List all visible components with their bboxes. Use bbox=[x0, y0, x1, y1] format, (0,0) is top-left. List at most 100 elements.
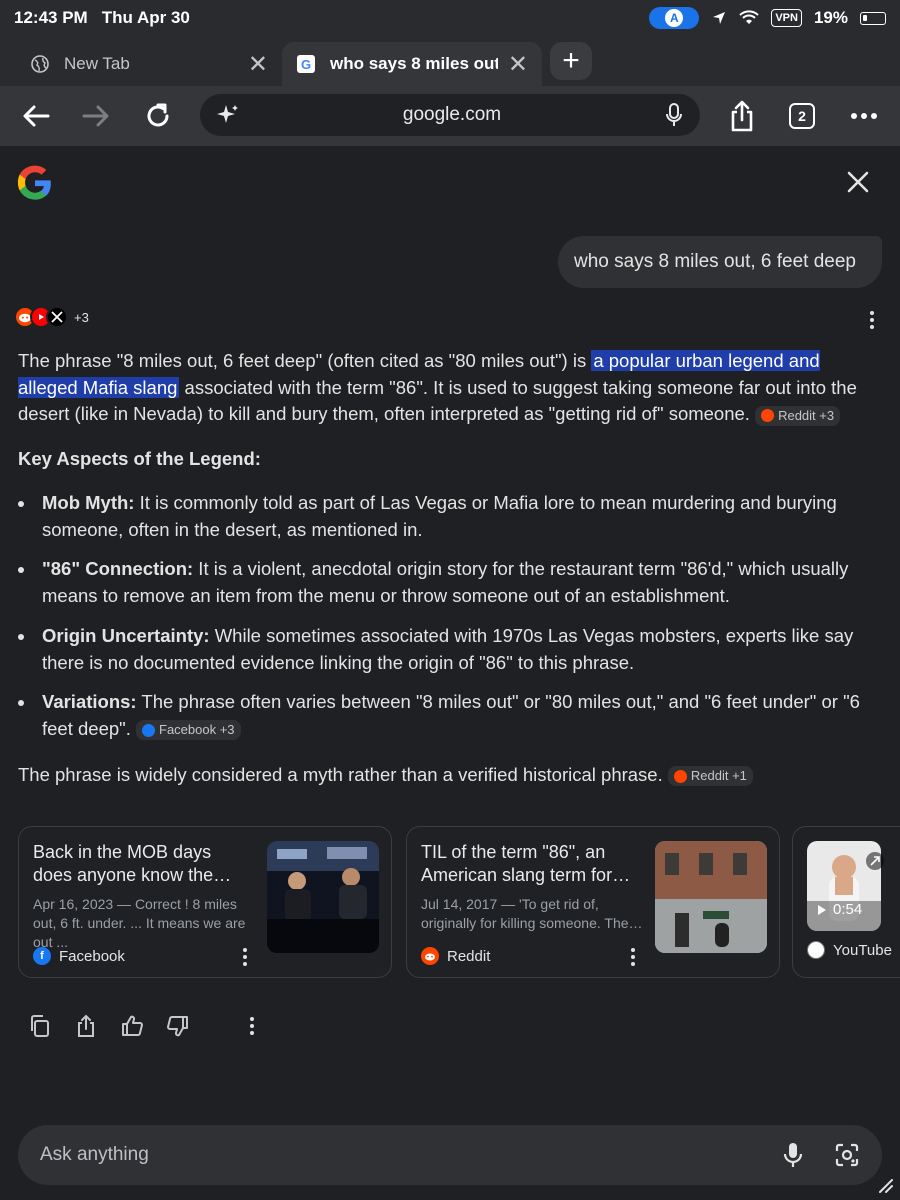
location-icon bbox=[713, 12, 726, 24]
card-source-name: Reddit bbox=[447, 947, 491, 965]
microphone-icon[interactable] bbox=[664, 102, 684, 128]
card-source: Reddit bbox=[421, 947, 490, 965]
forward-button[interactable] bbox=[76, 96, 116, 136]
answer-conclusion: The phrase is widely considered a myth r… bbox=[18, 762, 753, 788]
reload-icon bbox=[147, 103, 169, 127]
tab-new-tab[interactable]: New Tab ✕ bbox=[16, 42, 282, 86]
card-snippet: Apr 16, 2023 — Correct ! 8 miles out, 6 … bbox=[33, 896, 246, 950]
tab-title: who says 8 miles out, 6 feet deep bbox=[330, 54, 498, 73]
card-source: f Facebook bbox=[33, 947, 125, 965]
arrow-left-icon bbox=[23, 105, 50, 127]
ask-input[interactable] bbox=[40, 1144, 782, 1166]
browser-toolbar: google.com 2 bbox=[0, 86, 900, 146]
citation-chip-facebook[interactable]: Facebook +3 bbox=[136, 720, 241, 741]
back-button[interactable] bbox=[16, 96, 56, 136]
card-more-icon[interactable] bbox=[235, 947, 255, 967]
citation-chip-reddit[interactable]: Reddit +1 bbox=[667, 766, 753, 787]
thumbs-up-icon[interactable] bbox=[120, 1014, 144, 1038]
profile-initial: A bbox=[665, 9, 684, 27]
tab-title: New Tab bbox=[64, 54, 130, 73]
card-thumbnail bbox=[267, 841, 379, 953]
more-actions-icon[interactable] bbox=[242, 1016, 262, 1036]
list-item: Mob Myth: It is commonly told as part of… bbox=[18, 490, 884, 543]
card-more-icon[interactable] bbox=[623, 947, 643, 967]
address-bar[interactable]: google.com bbox=[200, 94, 700, 136]
close-tab-icon[interactable]: ✕ bbox=[248, 50, 268, 79]
wifi-icon bbox=[739, 10, 760, 24]
card-title: Back in the MOB days does anyone know th… bbox=[33, 842, 232, 885]
card-thumbnail bbox=[655, 841, 767, 953]
status-time: 12:43 PM bbox=[14, 8, 88, 27]
source-card-reddit[interactable]: TIL of the term "86", an American slang … bbox=[406, 826, 780, 978]
new-tab-button[interactable]: + bbox=[550, 42, 592, 80]
facebook-icon bbox=[142, 723, 156, 737]
url-text: google.com bbox=[402, 104, 502, 125]
reload-button[interactable] bbox=[138, 96, 178, 136]
profile-pill: A bbox=[649, 7, 700, 29]
play-icon bbox=[818, 904, 826, 915]
battery-percent: 19% bbox=[813, 8, 848, 27]
google-logo-icon bbox=[17, 165, 51, 200]
conclusion-text: The phrase is widely considered a myth r… bbox=[18, 764, 663, 785]
answer-more-icon[interactable] bbox=[862, 310, 882, 330]
lens-camera-icon[interactable] bbox=[834, 1142, 860, 1168]
ask-bar bbox=[18, 1125, 882, 1185]
tab-count: 2 bbox=[789, 103, 815, 129]
resize-handle-icon[interactable] bbox=[876, 1176, 894, 1194]
tab-switcher-button[interactable]: 2 bbox=[782, 96, 822, 136]
svg-text:G: G bbox=[301, 57, 311, 72]
bullet-text: It is commonly told as part of Las Vegas… bbox=[42, 492, 837, 540]
close-tab-icon[interactable]: ✕ bbox=[508, 50, 528, 79]
citation-chip-label: Reddit +3 bbox=[778, 407, 835, 423]
share-icon[interactable] bbox=[74, 1014, 98, 1038]
tab-active-search[interactable]: G who says 8 miles out, 6 feet deep ✕ bbox=[282, 42, 542, 86]
citation-chip-reddit[interactable]: Reddit +3 bbox=[755, 405, 841, 426]
card-source-name: YouTube bbox=[833, 941, 892, 959]
list-item: Origin Uncertainty: While sometimes asso… bbox=[18, 623, 884, 676]
source-icons-row[interactable]: +3 bbox=[14, 306, 89, 328]
card-snippet: Jul 14, 2017 — 'To get rid of, originall… bbox=[421, 896, 643, 931]
card-source: YouTube bbox=[807, 941, 892, 959]
user-query-bubble: who says 8 miles out, 6 feet deep bbox=[558, 236, 882, 288]
list-item: Variations: The phrase often varies betw… bbox=[18, 689, 884, 742]
citation-chip-label: Facebook +3 bbox=[159, 722, 235, 738]
source-card-facebook[interactable]: Back in the MOB days does anyone know th… bbox=[18, 826, 392, 978]
share-button[interactable] bbox=[722, 96, 762, 136]
bullet-label: Mob Myth: bbox=[42, 492, 135, 513]
status-date: Thu Apr 30 bbox=[101, 8, 190, 27]
expand-icon[interactable] bbox=[865, 851, 885, 871]
more-horizontal-icon bbox=[851, 113, 877, 119]
more-menu-button[interactable] bbox=[844, 96, 884, 136]
reddit-icon bbox=[421, 947, 439, 965]
ai-answer-intro: The phrase "8 miles out, 6 feet deep" (o… bbox=[18, 348, 884, 428]
status-bar: 12:43 PM Thu Apr 30 A VPN 19% bbox=[0, 0, 900, 36]
arrow-right-icon bbox=[82, 105, 109, 127]
thumbs-down-icon[interactable] bbox=[166, 1014, 190, 1038]
card-source-name: Facebook bbox=[59, 947, 125, 965]
share-icon bbox=[731, 100, 753, 132]
microphone-icon[interactable] bbox=[782, 1141, 804, 1169]
close-icon[interactable] bbox=[842, 166, 874, 198]
facebook-icon: f bbox=[33, 947, 51, 965]
section-heading: Key Aspects of the Legend: bbox=[18, 448, 261, 469]
citation-chip-label: Reddit +1 bbox=[690, 768, 747, 784]
response-actions bbox=[28, 1014, 262, 1038]
tab-strip: New Tab ✕ G who says 8 miles out, 6 feet… bbox=[0, 36, 900, 86]
source-card-youtube[interactable]: 0:54 YouTube bbox=[792, 826, 900, 978]
copy-icon[interactable] bbox=[28, 1014, 52, 1038]
key-aspects-list: Mob Myth: It is commonly told as part of… bbox=[18, 490, 884, 756]
intro-text-before: The phrase "8 miles out, 6 feet deep" (o… bbox=[18, 350, 592, 371]
x-icon bbox=[46, 306, 68, 328]
google-favicon-icon: G bbox=[296, 54, 316, 74]
battery-icon bbox=[860, 11, 886, 25]
bullet-label: "86" Connection: bbox=[42, 558, 194, 580]
video-duration: 0:54 bbox=[817, 901, 862, 918]
sources-more-count: +3 bbox=[74, 309, 89, 325]
card-title: TIL of the term "86", an American slang … bbox=[421, 842, 631, 885]
vpn-badge: VPN bbox=[771, 9, 802, 27]
bullet-label: Origin Uncertainty: bbox=[42, 624, 210, 646]
status-indicators: A VPN 19% bbox=[649, 7, 886, 29]
reddit-icon bbox=[673, 769, 687, 783]
list-item: "86" Connection: It is a violent, anecdo… bbox=[18, 556, 884, 609]
duration-text: 0:54 bbox=[833, 901, 863, 918]
